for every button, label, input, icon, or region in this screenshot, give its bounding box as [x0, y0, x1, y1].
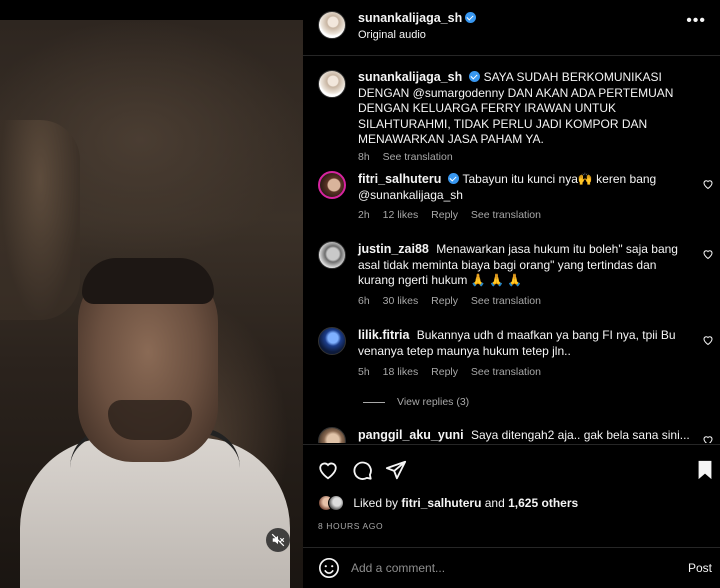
see-translation-link[interactable]: See translation	[471, 295, 541, 307]
comment-time: 5h	[358, 366, 370, 378]
post-header: sunankalijaga_sh Original audio •••	[303, 0, 720, 56]
verified-badge-icon	[469, 71, 481, 82]
caption-time: 8h	[358, 151, 370, 163]
comment-likes[interactable]: 30 likes	[383, 295, 419, 307]
comment-avatar[interactable]	[318, 427, 346, 443]
comment-avatar[interactable]	[318, 327, 346, 355]
reply-button[interactable]: Reply	[431, 295, 458, 307]
caption-username[interactable]: sunankalijaga_sh	[358, 70, 462, 84]
comment-meta: 5h 18 likes Reply See translation	[358, 366, 551, 378]
comment-body: fitri_salhuteru Tabayun itu kunci nya🙌 k…	[358, 172, 690, 203]
comment-like-heart-icon[interactable]	[702, 178, 714, 190]
author-username[interactable]: sunankalijaga_sh	[358, 11, 462, 25]
comment-input[interactable]	[351, 558, 671, 578]
comment-like-heart-icon[interactable]	[702, 248, 714, 260]
emoji-icon[interactable]	[318, 557, 340, 579]
comment-likes[interactable]: 12 likes	[383, 209, 419, 221]
mute-button[interactable]	[266, 528, 290, 552]
liked-by-prefix: Liked by	[353, 496, 399, 510]
reply-button[interactable]: Reply	[431, 366, 458, 378]
caption-avatar[interactable]	[318, 70, 346, 98]
see-translation-link[interactable]: See translation	[471, 366, 541, 378]
author-username-row[interactable]: sunankalijaga_sh	[358, 11, 477, 25]
comment-time: 6h	[358, 295, 370, 307]
post-time-ago[interactable]: 8 HOURS AGO	[318, 521, 383, 531]
comment-likes[interactable]: 18 likes	[383, 366, 419, 378]
heart-icon[interactable]	[317, 459, 339, 481]
comment-username[interactable]: fitri_salhuteru	[358, 172, 441, 186]
see-translation-link[interactable]: See translation	[383, 151, 453, 163]
video-car-seat	[0, 120, 80, 320]
comment-username[interactable]: justin_zai88	[358, 242, 429, 256]
bookmark-icon[interactable]	[694, 459, 716, 481]
author-avatar[interactable]	[318, 11, 346, 39]
more-horizontal-icon[interactable]: •••	[686, 12, 706, 30]
liked-by-user[interactable]: fitri_salhuteru	[401, 496, 481, 510]
audio-label[interactable]: Original audio	[358, 29, 426, 41]
comment-time: 2h	[358, 209, 370, 221]
comment-username[interactable]: lilik.fitria	[358, 328, 409, 342]
comment-username[interactable]: panggil_aku_yuni	[358, 428, 464, 442]
speaker-muted-icon	[271, 533, 285, 547]
liked-by-and: and	[484, 496, 505, 510]
post-side-panel: sunankalijaga_sh Original audio ••• suna…	[303, 0, 720, 588]
comment-like-heart-icon[interactable]	[702, 434, 714, 443]
comment-avatar[interactable]	[318, 241, 346, 269]
reply-button[interactable]: Reply	[431, 209, 458, 221]
video-person-beard	[108, 400, 192, 440]
verified-badge-icon	[448, 173, 460, 184]
liker-avatar	[328, 495, 344, 511]
reel-video[interactable]	[0, 0, 303, 588]
verified-badge-icon	[465, 12, 477, 23]
view-replies-line	[363, 401, 385, 403]
view-replies-button[interactable]: View replies (3)	[363, 396, 469, 408]
comment-like-heart-icon[interactable]	[702, 334, 714, 346]
send-icon[interactable]	[385, 459, 407, 481]
comment-body: justin_zai88 Menawarkan jasa hukum itu b…	[358, 242, 690, 289]
liked-by-count[interactable]: 1,625 others	[508, 496, 578, 510]
video-top-bar	[0, 0, 303, 20]
caption-body: sunankalijaga_sh SAYA SUDAH BERKOMUNIKAS…	[358, 70, 690, 148]
comment-meta: 2h 12 likes Reply See translation	[358, 209, 551, 221]
post-comment-button[interactable]: Post	[688, 561, 712, 575]
see-translation-link[interactable]: See translation	[471, 209, 541, 221]
add-comment-bar: Post	[303, 547, 720, 588]
comment-body: panggil_aku_yuni Saya ditengah2 aja.. ga…	[358, 428, 690, 443]
comments-list[interactable]: sunankalijaga_sh SAYA SUDAH BERKOMUNIKAS…	[303, 57, 720, 443]
comment-icon[interactable]	[351, 459, 373, 481]
post-actions: Liked by fitri_salhuteru and 1,625 other…	[303, 444, 720, 552]
comment-avatar[interactable]	[318, 171, 346, 199]
video-person-hair	[82, 258, 214, 304]
view-replies-label: View replies (3)	[397, 396, 470, 408]
caption-meta: 8h See translation	[358, 151, 463, 163]
liked-by-row[interactable]: Liked by fitri_salhuteru and 1,625 other…	[318, 495, 578, 511]
comment-body: lilik.fitria Bukannya udh d maafkan ya b…	[358, 328, 690, 359]
comment-meta: 6h 30 likes Reply See translation	[358, 295, 551, 307]
